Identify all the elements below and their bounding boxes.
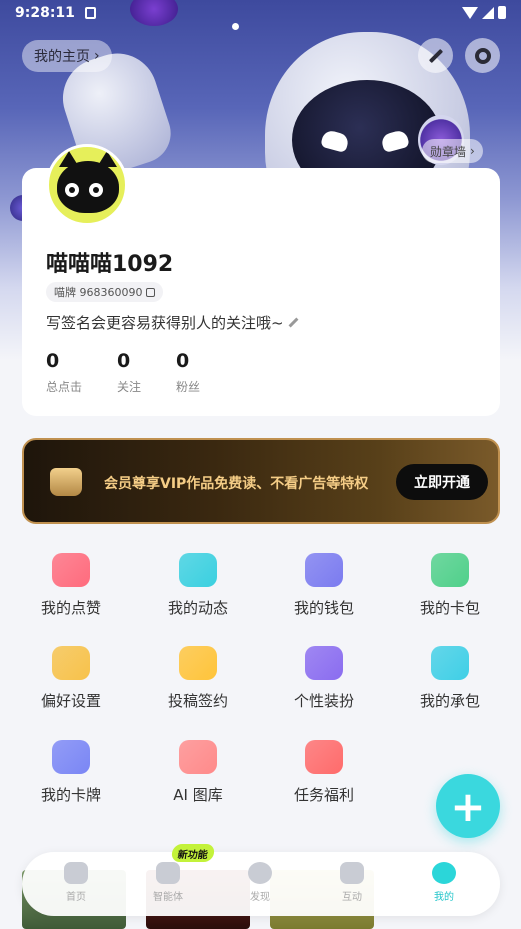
grid-item-label: AI 图库 [173,786,223,804]
stat-value: 0 [46,350,60,372]
pencil-icon [428,48,443,63]
grid-item[interactable]: 投稿签约 [143,646,253,711]
gift-bag-icon [305,740,343,774]
chat-icon [340,862,364,884]
vip-promo-text: 会员尊享VIP作品免费读、不看广告等特权 [104,476,369,492]
tab-label: 智能体 [153,892,183,903]
wifi-icon [462,6,478,19]
heart-badge-icon [52,646,90,680]
bottom-tab-bar: 首页 智能体 发现 互动 我的 [22,852,500,916]
signal-icon [482,6,494,19]
vip-banner[interactable]: 会员尊享VIP作品免费读、不看广告等特权 立即开通 [22,438,500,524]
grid-item[interactable]: 任务福利 [269,740,379,805]
user-id-text: 喵牌 968360090 [54,286,143,299]
tab-label: 我的 [434,892,454,903]
grid-item[interactable]: 我的卡牌 [16,740,126,805]
my-homepage-label: 我的主页 [34,49,90,65]
grid-item[interactable]: 我的动态 [143,553,253,618]
whale-icon [431,646,469,680]
grid-item[interactable]: 我的点赞 [16,553,126,618]
grid-item[interactable]: 偏好设置 [16,646,126,711]
card-icon [431,553,469,587]
grid-item[interactable]: 我的卡包 [395,553,505,618]
badge-wall-button[interactable]: 勋章墙 › [422,139,483,163]
create-post-button[interactable]: + [436,774,500,838]
tab-interaction[interactable]: 互动 [317,862,387,903]
copy-icon [146,287,156,297]
tab-ai-agent[interactable]: 智能体 [133,862,203,903]
stat-label: 关注 [117,380,142,394]
grid-item-label: 我的钱包 [293,599,354,617]
chevron-right-icon: › [470,144,475,158]
stat-label: 总点击 [46,380,83,394]
grid-item[interactable]: 我的钱包 [269,553,379,618]
discover-icon [248,862,272,884]
grid-item-label: 任务福利 [293,786,354,804]
crown-icon [50,468,82,496]
settings-button[interactable] [465,38,500,73]
stat-label: 粉丝 [176,380,201,394]
image-gallery-icon [179,740,217,774]
lightbulb-icon [179,646,217,680]
tab-mine[interactable]: 我的 [409,862,479,903]
new-feature-badge: 新功能 [170,844,216,862]
grid-item[interactable]: 个性装扮 [269,646,379,711]
grid-item-label: 我的动态 [167,599,228,617]
avatar[interactable] [46,144,128,226]
battery-icon [498,6,506,19]
stat-following[interactable]: 0 关注 [117,350,141,395]
leaf-icon [179,553,217,587]
black-cat-avatar-icon [57,151,119,213]
signature-text: 写签名会更容易获得别人的关注哦~ [46,314,284,332]
stat-total-clicks[interactable]: 0 总点击 [46,350,82,395]
stat-value: 0 [176,350,190,372]
outfit-icon [305,646,343,680]
grid-item-label: 偏好设置 [40,692,101,710]
cards-icon [52,740,90,774]
signature-field[interactable]: 写签名会更容易获得别人的关注哦~ [46,312,299,333]
tab-label: 首页 [66,892,86,903]
my-homepage-button[interactable]: 我的主页 › [22,40,112,72]
grid-item[interactable]: 我的承包 [395,646,505,711]
gear-icon [474,47,491,64]
tab-discover[interactable]: 发现 [225,862,295,903]
grid-item-label: 我的卡包 [419,599,480,617]
chevron-right-icon: › [94,48,100,64]
tab-label: 互动 [342,892,362,903]
grid-item-label: 投稿签约 [167,692,228,710]
tab-home[interactable]: 首页 [41,862,111,903]
grid-item-label: 我的卡牌 [40,786,101,804]
vip-open-button[interactable]: 立即开通 [396,464,488,500]
plus-icon: + [450,781,486,831]
ai-icon [156,862,180,884]
grid-item-label: 个性装扮 [293,692,354,710]
stat-value: 0 [117,350,131,372]
status-time: 9:28:11 [15,5,75,21]
notification-icon [85,7,96,19]
badge-wall-label: 勋章墙 [430,144,467,159]
grid-item-label: 我的点赞 [40,599,101,617]
wallet-icon [305,553,343,587]
edit-profile-button[interactable] [418,38,453,73]
stat-followers[interactable]: 0 粉丝 [176,350,200,395]
heart-icon [52,553,90,587]
username: 喵喵喵1092 [46,252,174,277]
home-icon [64,862,88,884]
status-bar: 9:28:11 [0,0,521,28]
grid-item[interactable]: AI 图库 [143,740,253,805]
profile-icon [432,862,456,884]
tab-label: 发现 [250,892,270,903]
user-id-pill[interactable]: 喵牌 968360090 [46,282,164,302]
grid-item-label: 我的承包 [419,692,480,710]
edit-icon [288,317,299,328]
